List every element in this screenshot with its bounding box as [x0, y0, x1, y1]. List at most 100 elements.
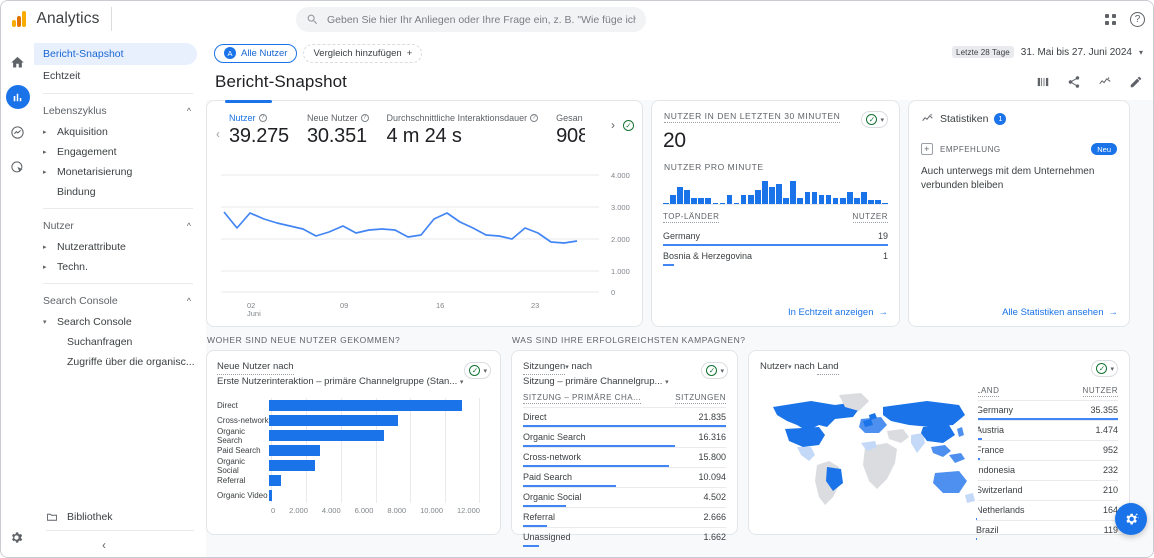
row-label: Brazil [976, 525, 999, 535]
help-icon[interactable]: ? [258, 114, 267, 122]
sidebar-item-echtzeit[interactable]: Echtzeit [34, 65, 197, 87]
table-row[interactable]: Germany 35.355 [976, 400, 1118, 420]
table-row[interactable]: Brazil 119 [976, 520, 1118, 540]
rail-item-advertising[interactable] [6, 155, 30, 179]
sidebar-item-label: Techn. [57, 261, 88, 273]
search-bar[interactable] [296, 7, 646, 32]
help-icon[interactable]: ? [360, 114, 369, 122]
sidebar-item-bindung[interactable]: Bindung [34, 182, 205, 202]
sidebar-group-lebenszyklus[interactable]: Lebenszyklus ^ [34, 100, 205, 122]
nach-label: nach [571, 361, 593, 372]
rail-item-explore[interactable] [6, 120, 30, 144]
ai-assistant-fab[interactable] [1115, 503, 1147, 535]
table-row[interactable]: Germany 19 [663, 226, 888, 246]
help-circle-icon[interactable]: ? [1130, 12, 1145, 27]
check-circle-icon: ✓ [706, 365, 718, 376]
sidebar-item-label: Engagement [57, 146, 117, 158]
bar-label: Cross-network [217, 416, 269, 425]
sidebar-item-suchanfragen[interactable]: Suchanfragen [34, 332, 205, 352]
search-input[interactable] [327, 13, 646, 26]
sidebar-item-bericht-snapshot[interactable]: Bericht-Snapshot [34, 43, 197, 65]
acquisition-dimension-selector[interactable]: Erste Nutzerinteraktion – primäre Channe… [217, 375, 490, 389]
table-row[interactable]: Netherlands 164 [976, 500, 1118, 520]
kpi-nutzer[interactable]: Nutzer ? 39.275 [229, 113, 307, 148]
dimension-label: Erste Nutzerinteraktion – primäre Channe… [217, 376, 458, 387]
bar-row[interactable]: Referral [217, 473, 490, 488]
sidebar-collapse-button[interactable]: ‹ [34, 531, 206, 557]
sidebar-item-bibliothek[interactable]: Bibliothek [34, 504, 206, 530]
kpi-active-tab-indicator [225, 100, 272, 103]
rail-item-reports[interactable] [5, 85, 30, 109]
realtime-status-control[interactable]: ✓ ▾ [861, 111, 888, 128]
bar-row[interactable]: Organic Search [217, 427, 490, 445]
check-circle-icon[interactable]: ✓ [623, 119, 634, 131]
campaigns-dim-header: SITZUNG – PRIMÄRE CHA... [523, 393, 642, 404]
kpi-interaktionsdauer[interactable]: Durchschnittliche Interaktionsdauer ? 4 … [387, 113, 557, 148]
table-row[interactable]: Organic Search 16.316 [523, 427, 726, 447]
campaigns-table-header: SITZUNG – PRIMÄRE CHA... SITZUNGEN [523, 393, 726, 407]
kpi-neue-nutzer[interactable]: Neue Nutzer ? 30.351 [307, 113, 387, 148]
x-tick: 12.000 [456, 506, 480, 515]
kpi-value: 4 m 24 s [386, 125, 462, 147]
kpi-gesamt[interactable]: Gesan 908 [556, 113, 585, 148]
table-row[interactable]: Bosnia & Herzegovina 1 [663, 246, 888, 266]
sidebar-item-label: Monetarisierung [57, 166, 133, 178]
realtime-view-link[interactable]: In Echtzeit anzeigen → [788, 307, 888, 318]
campaigns-dimension-selector[interactable]: Sitzung – primäre Channelgrup... ▾ [523, 375, 726, 389]
row-label: France [976, 445, 1005, 455]
acquisition-status-control[interactable]: ✓ ▾ [464, 360, 491, 379]
kpi-next-button[interactable]: › [611, 118, 615, 132]
acquisition-metric-label[interactable]: Neue Nutzer nach [217, 360, 490, 375]
row-value: 21.835 [698, 412, 726, 422]
add-comparison-button[interactable]: Vergleich hinzufügen + [303, 43, 423, 63]
edit-pencil-icon[interactable] [1129, 75, 1143, 89]
table-row[interactable]: France 952 [976, 440, 1118, 460]
sidebar-item-organische-zugriffe[interactable]: Zugriffe über die organisc... [34, 352, 205, 372]
geo-status-control[interactable]: ✓ ▾ [976, 360, 1118, 377]
table-row[interactable]: Austria 1.474 [976, 420, 1118, 440]
svg-text:16: 16 [436, 301, 444, 310]
sidebar-item-monetarisierung[interactable]: ▸ Monetarisierung [34, 162, 205, 182]
row-label: Netherlands [976, 505, 1025, 515]
table-row[interactable]: Referral 2.666 [523, 507, 726, 527]
campaigns-status-control[interactable]: ✓ ▾ [701, 360, 728, 379]
table-row[interactable]: Direct 21.835 [523, 407, 726, 427]
sidebar-group-nutzer[interactable]: Nutzer ^ [34, 215, 205, 237]
row-label: Germany [976, 405, 1014, 415]
table-row[interactable]: Unassigned 1.662 [523, 527, 726, 547]
realtime-title: NUTZER IN DEN LETZTEN 30 MINUTEN [664, 111, 841, 123]
table-row[interactable]: Cross-network 15.800 [523, 447, 726, 467]
insights-view-all-link[interactable]: Alle Statistiken ansehen → [1002, 307, 1118, 318]
table-row[interactable]: Paid Search 10.094 [523, 467, 726, 487]
table-row[interactable]: Organic Social 4.502 [523, 487, 726, 507]
bar-row[interactable]: Organic Video [217, 488, 490, 503]
metric-label: Nutzer [760, 361, 788, 372]
compare-icon[interactable] [1036, 75, 1050, 89]
rail-item-admin[interactable] [9, 530, 24, 545]
table-row[interactable]: Indonesia 232 [976, 460, 1118, 480]
sidebar-item-akquisition[interactable]: ▸ Akquisition [34, 122, 205, 142]
audience-avatar: A [224, 47, 236, 59]
insights-icon[interactable] [1098, 75, 1112, 89]
help-icon[interactable]: ? [530, 114, 539, 122]
world-map[interactable] [763, 385, 978, 513]
sidebar-group-search-console[interactable]: Search Console ^ [34, 290, 205, 312]
share-icon[interactable] [1067, 75, 1081, 89]
sidebar-item-engagement[interactable]: ▸ Engagement [34, 142, 205, 162]
table-row[interactable]: Switzerland 210 [976, 480, 1118, 500]
sidebar-item-search-console[interactable]: ▾ Search Console [34, 312, 205, 332]
apps-grid-icon[interactable] [1105, 14, 1116, 25]
campaigns-metric-selector[interactable]: Sitzungen▾ nach [523, 360, 726, 375]
sidebar-item-nutzerattribute[interactable]: ▸ Nutzerattribute [34, 237, 205, 257]
row-value: 4.502 [703, 492, 726, 502]
sidebar-item-techn[interactable]: ▸ Techn. [34, 257, 205, 277]
audience-chip[interactable]: A Alle Nutzer [214, 43, 298, 63]
chevron-up-icon: ^ [186, 296, 191, 306]
bar-row[interactable]: Direct [217, 398, 490, 413]
kpi-value: 39.275 [229, 125, 289, 147]
kpi-prev-button[interactable]: ‹ [207, 113, 229, 141]
top-bar: Analytics ? [1, 1, 1153, 38]
bar-row[interactable]: Organic Social [217, 457, 490, 475]
rail-item-home[interactable] [6, 50, 30, 74]
date-range-picker[interactable]: Letzte 28 Tage 31. Mai bis 27. Juni 2024… [952, 46, 1143, 58]
